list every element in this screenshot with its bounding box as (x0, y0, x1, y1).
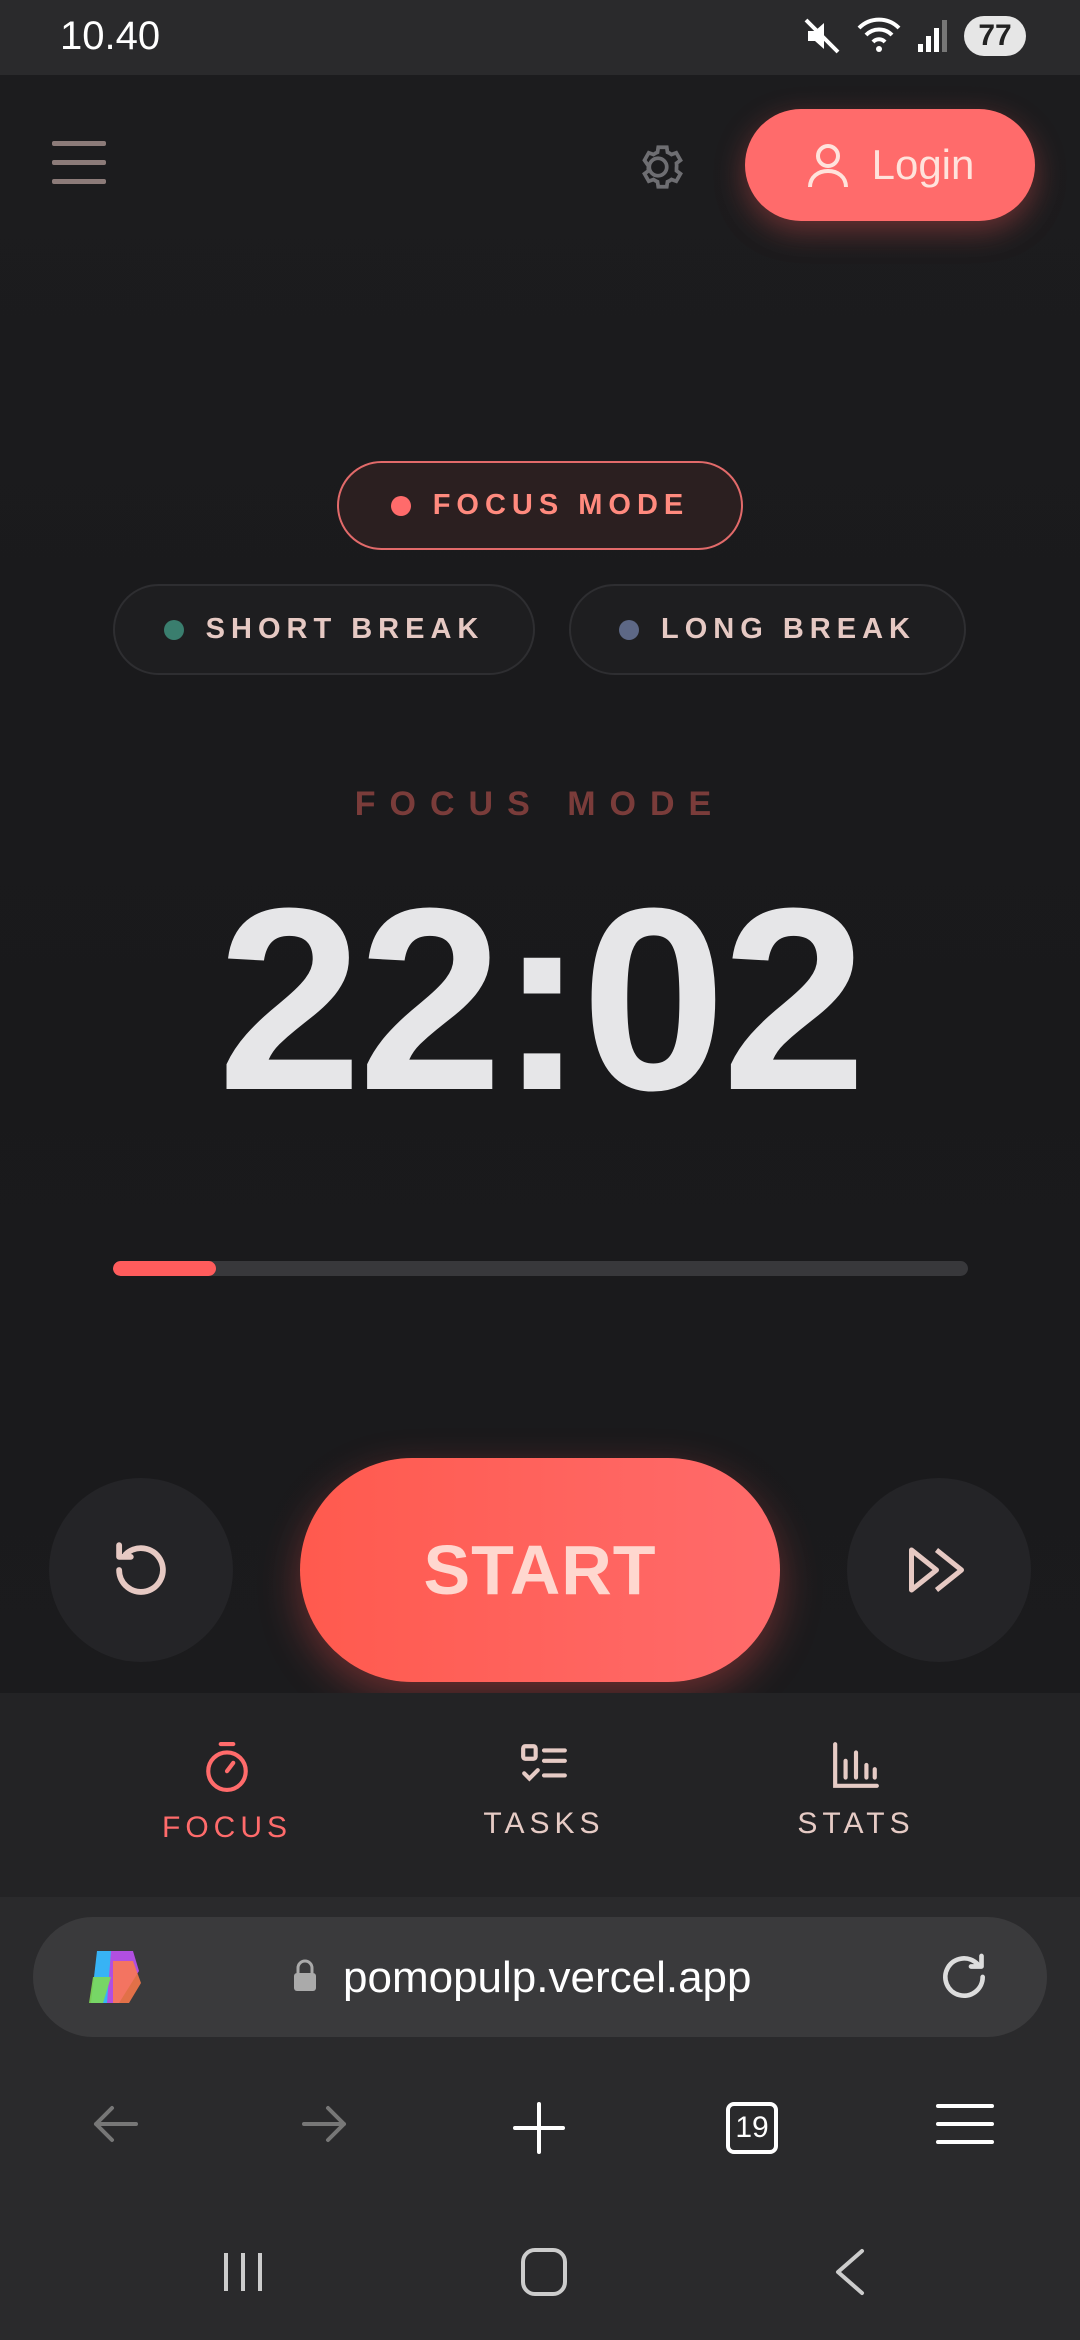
status-time: 10.40 (60, 14, 161, 58)
mode-focus-label: FOCUS MODE (432, 489, 690, 521)
nav-stats-label: STATS (797, 1807, 915, 1840)
nav-focus-label: FOCUS (162, 1811, 292, 1844)
new-tab-plus-icon[interactable] (513, 2102, 565, 2154)
reload-icon[interactable] (936, 1949, 992, 2005)
timer-mode-label: FOCUS MODE (354, 785, 726, 823)
system-back-icon[interactable] (830, 2247, 870, 2297)
reset-button[interactable] (49, 1478, 233, 1662)
address-bar[interactable]: pomopulp.vercel.app (33, 1917, 1047, 2037)
start-label: START (423, 1531, 657, 1609)
nav-focus[interactable]: FOCUS (117, 1693, 337, 1897)
wifi-icon (857, 17, 901, 52)
hamburger-menu-button[interactable] (52, 139, 106, 187)
url-text: pomopulp.vercel.app (343, 1953, 752, 2002)
screen: 10.40 77 Login FOCUS MODE SHORT BREAK LO… (0, 0, 1080, 2340)
browser-chrome: pomopulp.vercel.app 19 (0, 1897, 1080, 2340)
nav-tasks[interactable]: TASKS (434, 1693, 654, 1897)
battery-indicator: 77 (964, 16, 1026, 56)
back-arrow-icon[interactable] (90, 2102, 140, 2146)
app-main: Login FOCUS MODE SHORT BREAK LONG BREAK … (0, 75, 1080, 1693)
mute-icon (804, 18, 840, 54)
lock-icon (294, 1959, 316, 1991)
home-icon[interactable] (520, 2247, 568, 2297)
mode-long-break-label: LONG BREAK (661, 613, 916, 645)
browser-menu-icon[interactable] (936, 2102, 994, 2146)
copilot-icon[interactable] (83, 1947, 147, 2007)
gear-icon (642, 145, 683, 189)
system-nav-bar (0, 2227, 1080, 2340)
status-icons: 77 (802, 16, 1026, 56)
short-break-dot (163, 619, 184, 640)
tab-count-button[interactable]: 19 (726, 2102, 778, 2154)
focus-mode-dot (390, 495, 411, 516)
timer-progress-fill (113, 1261, 216, 1276)
bar-chart-icon (833, 1742, 879, 1788)
forward-arrow-icon[interactable] (300, 2102, 350, 2146)
timer-progress-bar (113, 1261, 968, 1276)
timer-display: 22:02 (217, 855, 867, 1145)
checklist-icon (521, 1744, 567, 1782)
long-break-dot (619, 619, 640, 640)
mode-short-break-label: SHORT BREAK (205, 613, 485, 645)
nav-tasks-label: TASKS (483, 1807, 605, 1840)
user-icon (807, 144, 848, 188)
mode-short-break-pill[interactable]: SHORT BREAK (113, 584, 535, 675)
nav-stats[interactable]: STATS (746, 1693, 966, 1897)
bottom-nav: FOCUS TASKS STATS (0, 1693, 1080, 1897)
hamburger-icon (52, 141, 106, 184)
start-button[interactable]: START (300, 1458, 780, 1682)
reset-icon (116, 1542, 166, 1595)
mode-focus-pill[interactable]: FOCUS MODE (337, 461, 743, 550)
skip-button[interactable] (847, 1478, 1031, 1662)
login-label: Login (871, 141, 975, 188)
mode-long-break-pill[interactable]: LONG BREAK (569, 584, 966, 675)
fast-forward-icon (909, 1547, 964, 1593)
stopwatch-icon (206, 1742, 248, 1792)
status-bar: 10.40 77 (0, 0, 1080, 75)
settings-button[interactable] (628, 137, 688, 197)
browser-toolbar (0, 2082, 1080, 2172)
login-button[interactable]: Login (745, 109, 1035, 221)
recent-apps-icon[interactable] (220, 2249, 266, 2295)
signal-icon (918, 20, 947, 52)
